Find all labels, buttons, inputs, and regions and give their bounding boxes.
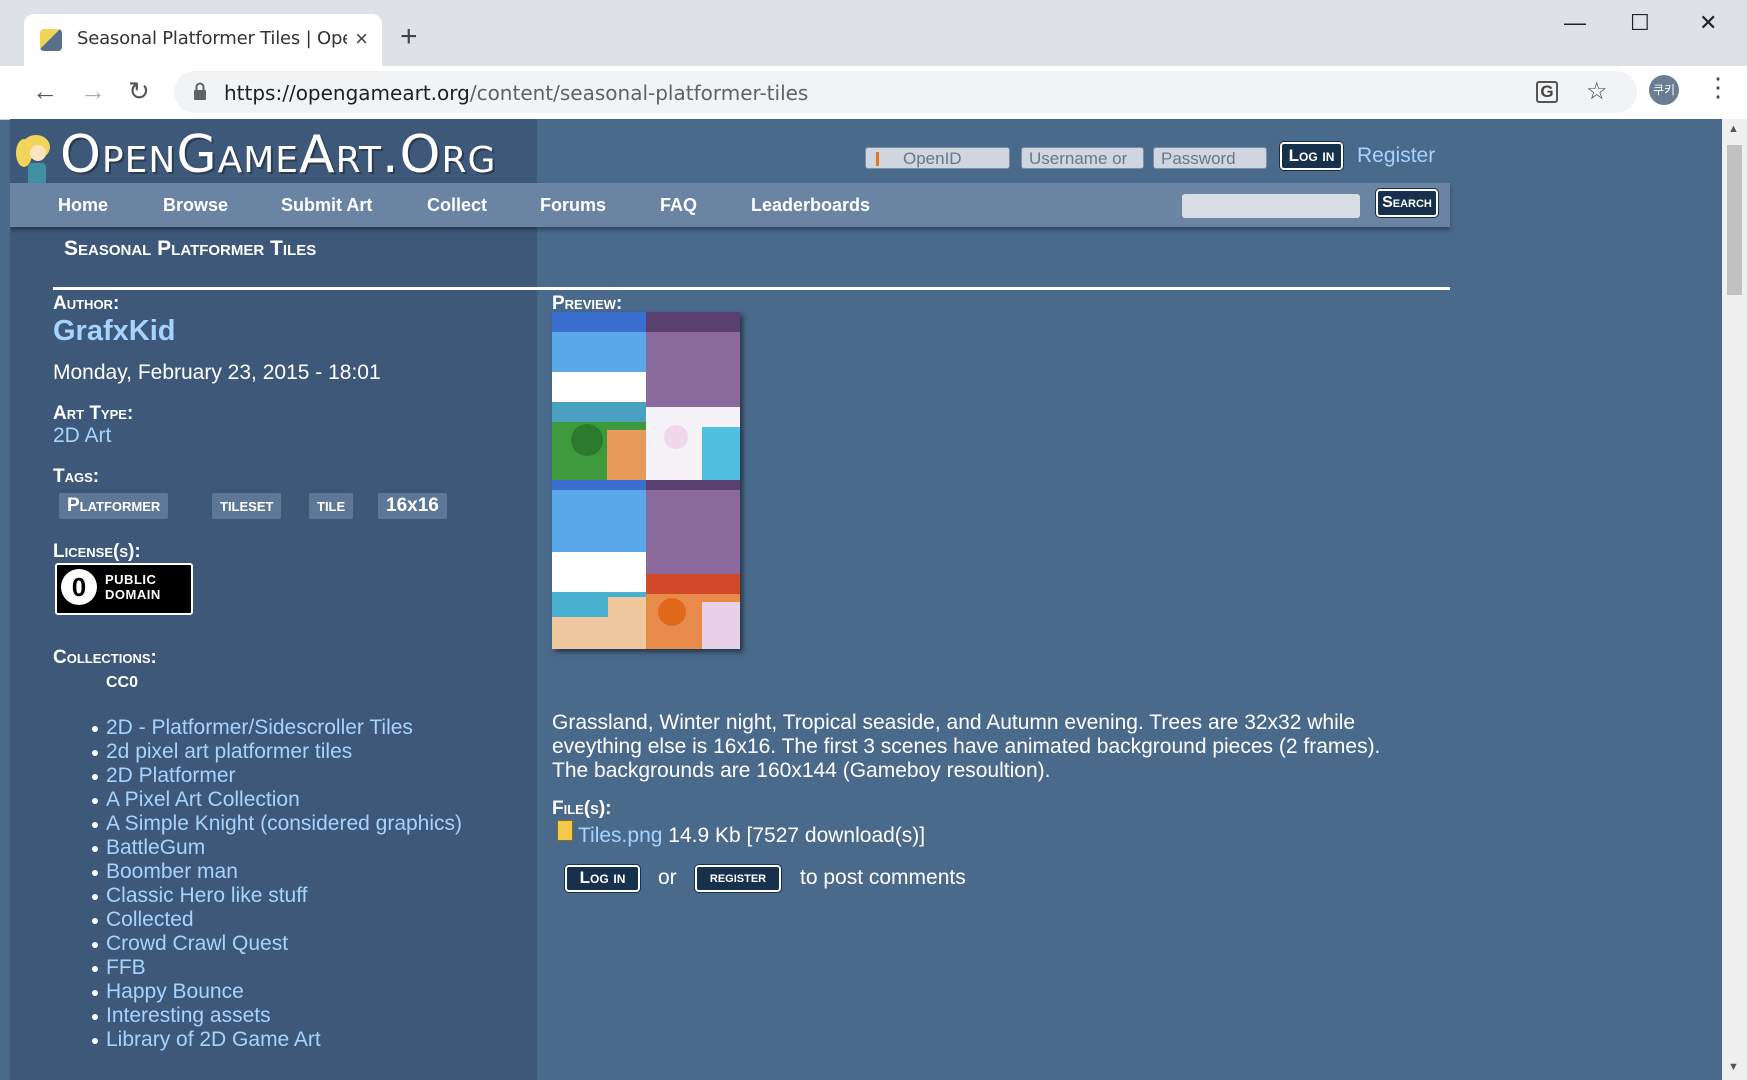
author-link[interactable]: GrafxKid <box>53 315 175 348</box>
files-label: File(s): <box>552 798 612 819</box>
address-bar[interactable]: https://opengameart.org/content/seasonal… <box>174 71 1637 113</box>
cc0-license-badge[interactable]: PUBLIC DOMAIN <box>55 563 193 615</box>
collection-item[interactable]: Collected <box>91 908 462 932</box>
license-name: CC0 <box>106 674 139 691</box>
collection-item[interactable]: Interesting assets <box>91 1004 462 1028</box>
collections-label: Collections: <box>53 647 157 668</box>
scroll-thumb[interactable] <box>1727 145 1742 295</box>
nav-home[interactable]: Home <box>58 195 108 216</box>
minimize-icon[interactable]: — <box>1564 10 1586 36</box>
site-favicon-icon <box>40 29 62 51</box>
comment-login-button[interactable]: Log in <box>565 865 640 892</box>
nav-faq[interactable]: FAQ <box>660 195 697 216</box>
art-type-label: Art Type: <box>53 403 134 424</box>
comment-suffix: to post comments <box>800 866 966 889</box>
url-path: /content/seasonal-platformer-tiles <box>469 81 809 105</box>
tab-title: Seasonal Platformer Tiles | OpenGameArt.… <box>77 28 347 49</box>
nav-forums[interactable]: Forums <box>540 195 606 216</box>
comment-or-text: or <box>658 866 677 889</box>
new-tab-button[interactable]: + <box>400 20 418 54</box>
browser-toolbar: ← → ↻ https://opengameart.org/content/se… <box>0 66 1747 120</box>
search-button[interactable]: Search <box>1376 189 1438 217</box>
badge-text-line2: DOMAIN <box>105 587 161 602</box>
licenses-label: License(s): <box>53 541 141 562</box>
tag-tileset[interactable]: tileset <box>212 493 282 519</box>
url-host: https://opengameart.org <box>224 81 470 105</box>
collection-item[interactable]: Crowd Crawl Quest <box>91 932 462 956</box>
nav-submit-art[interactable]: Submit Art <box>281 195 372 216</box>
openid-placeholder: OpenID <box>903 149 962 168</box>
lock-icon <box>194 82 206 100</box>
collection-item[interactable]: FFB <box>91 956 462 980</box>
collection-item[interactable]: Boomber man <box>91 860 462 884</box>
browser-chrome: Seasonal Platformer Tiles | OpenGameArt.… <box>0 0 1747 120</box>
description: Grassland, Winter night, Tropical seasid… <box>552 711 1381 782</box>
tab-close-icon[interactable]: × <box>355 26 368 52</box>
forward-arrow-icon[interactable]: → <box>80 76 106 107</box>
post-date: Monday, February 23, 2015 - 18:01 <box>53 361 381 384</box>
web-page: OpenGameArt.Org OpenID Username or Passw… <box>10 119 1722 1080</box>
collection-item[interactable]: 2D - Platformer/Sidescroller Tiles <box>91 716 462 740</box>
search-input[interactable] <box>1182 194 1360 218</box>
scroll-down-icon[interactable]: ▼ <box>1728 1061 1739 1073</box>
nav-collect[interactable]: Collect <box>427 195 487 216</box>
openid-field[interactable]: OpenID <box>865 147 1010 169</box>
reload-icon[interactable]: ↻ <box>128 76 150 107</box>
art-type-link[interactable]: 2D Art <box>53 424 111 448</box>
back-arrow-icon[interactable]: ← <box>32 76 58 107</box>
file-info: 14.9 Kb [7527 download(s)] <box>668 824 926 847</box>
translate-icon[interactable]: G <box>1536 81 1558 103</box>
file-icon <box>557 820 573 841</box>
cc-zero-icon <box>61 569 97 605</box>
openid-icon <box>876 152 879 166</box>
collection-item[interactable]: A Simple Knight (considered graphics) <box>91 812 462 836</box>
password-field[interactable]: Password <box>1153 147 1267 169</box>
nav-browse[interactable]: Browse <box>163 195 228 216</box>
collection-item[interactable]: Happy Bounce <box>91 980 462 1004</box>
page-title: Seasonal Platformer Tiles <box>64 237 317 260</box>
collection-item[interactable]: 2d pixel art platformer tiles <box>91 740 462 764</box>
scroll-up-icon[interactable]: ▲ <box>1728 123 1739 135</box>
badge-text-line1: PUBLIC <box>105 572 157 587</box>
preview-image[interactable] <box>552 312 740 649</box>
comment-register-button[interactable]: register <box>695 865 781 892</box>
browser-menu-icon[interactable]: ⋮ <box>1705 72 1731 103</box>
login-button[interactable]: Log in <box>1280 142 1343 170</box>
main-nav: Home Browse Submit Art Collect Forums FA… <box>10 183 1450 227</box>
page-scrollbar[interactable]: ▲ ▼ <box>1722 119 1747 1080</box>
tag-tile[interactable]: tile <box>309 493 354 519</box>
collections-list: 2D - Platformer/Sidescroller Tiles 2d pi… <box>91 716 462 1052</box>
url-text: https://opengameart.org/content/seasonal… <box>224 81 808 105</box>
profile-avatar[interactable]: 쿠키 <box>1649 75 1679 105</box>
collection-item[interactable]: A Pixel Art Collection <box>91 788 462 812</box>
username-field[interactable]: Username or <box>1021 147 1144 169</box>
window-close-icon[interactable]: ✕ <box>1699 10 1717 36</box>
collection-item[interactable]: 2D Platformer <box>91 764 462 788</box>
file-row: Tiles.png 14.9 Kb [7527 download(s)] <box>578 824 925 848</box>
browser-tab[interactable]: Seasonal Platformer Tiles | OpenGameArt.… <box>24 14 382 66</box>
collection-item[interactable]: BattleGum <box>91 836 462 860</box>
collection-item[interactable]: Library of 2D Game Art <box>91 1028 462 1052</box>
bookmark-star-icon[interactable]: ☆ <box>1586 77 1608 106</box>
site-logo[interactable]: OpenGameArt.Org <box>60 125 496 185</box>
nav-leaderboards[interactable]: Leaderboards <box>751 195 870 216</box>
tag-16x16[interactable]: 16x16 <box>378 493 447 519</box>
register-link[interactable]: Register <box>1357 144 1435 168</box>
maximize-icon[interactable]: ☐ <box>1630 10 1650 36</box>
collection-item[interactable]: Classic Hero like stuff <box>91 884 462 908</box>
file-link[interactable]: Tiles.png <box>578 824 662 847</box>
title-divider <box>53 287 1450 290</box>
author-label: Author: <box>53 293 120 314</box>
tag-platformer[interactable]: Platformer <box>59 493 169 519</box>
tags-label: Tags: <box>53 466 100 487</box>
